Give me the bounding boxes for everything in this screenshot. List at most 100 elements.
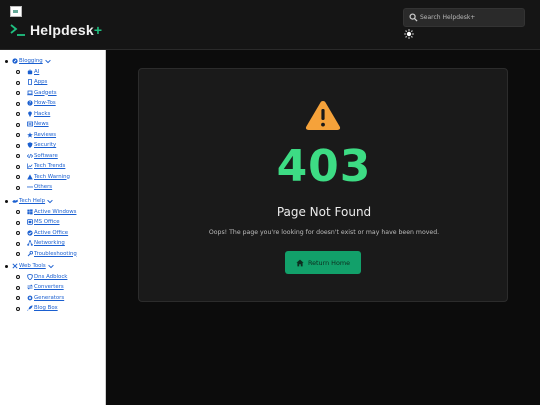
sidebar-item-tech-warning[interactable]: Tech Warning [0, 173, 105, 182]
nav-link-active-office[interactable]: Active Office [27, 230, 68, 236]
nav-label-others: Others [34, 184, 53, 190]
list-bullet [16, 275, 20, 279]
hands-helping-icon [12, 199, 18, 203]
sidebar-item-tech-trends[interactable]: Tech Trends [0, 162, 105, 171]
nav-blogging-label: Blogging [19, 58, 43, 64]
nav-link-tech-trends[interactable]: Tech Trends [27, 163, 65, 169]
site-logo-text[interactable]: Helpdesk+ [30, 22, 102, 38]
sidebar-item-howtos[interactable]: ? How-Tos [0, 99, 105, 108]
office-icon [27, 219, 33, 225]
nav-link-dns-adblock[interactable]: Dns Adblock [27, 273, 68, 280]
nav-label-software: Software [34, 152, 58, 159]
exchange-icon [27, 284, 33, 290]
sidebar-item-active-office[interactable]: Active Office [0, 229, 105, 238]
ellipsis-icon [27, 186, 33, 188]
nav-link-howtos[interactable]: ? How-Tos [27, 100, 56, 106]
nav-label-dns-adblock: Dns Adblock [34, 273, 68, 280]
nav-label-gadgets: Gadgets [34, 89, 57, 96]
wrench-icon [27, 250, 33, 256]
list-bullet [16, 252, 20, 256]
code-icon [27, 153, 33, 158]
blog-icon [12, 58, 18, 64]
return-home-button[interactable]: Return Home [285, 251, 361, 274]
sidebar-item-dns-adblock[interactable]: Dns Adblock [0, 273, 105, 282]
sidebar-item-converters[interactable]: Converters [0, 283, 105, 292]
robot-icon [27, 68, 33, 74]
nav-label-tech-trends: Tech Trends [34, 163, 66, 169]
search-icon [409, 13, 418, 22]
error-card: 403 Page Not Found Oops! The page you're… [138, 68, 508, 302]
nav-label-active-office: Active Office [34, 229, 69, 236]
nav-link-ai[interactable]: AI [27, 69, 39, 75]
sidebar-nav: Blogging AI Apps Gadgets ? How-Tos Hacks… [0, 50, 106, 405]
sidebar-item-hacks[interactable]: Hacks [0, 110, 105, 119]
sidebar-item-software[interactable]: Software [0, 152, 105, 161]
list-bullet [16, 122, 20, 127]
sidebar-item-generators[interactable]: Generators [0, 294, 105, 303]
tools-icon [12, 263, 18, 269]
question-circle-icon: ? [27, 100, 33, 106]
list-bullet [16, 80, 20, 85]
sun-icon[interactable] [404, 29, 414, 39]
list-bullet [16, 285, 20, 290]
nav-label-generators: Generators [34, 294, 65, 301]
list-bullet [16, 70, 20, 74]
nav-link-news[interactable]: News [27, 121, 49, 127]
svg-text:?: ? [29, 101, 31, 106]
sidebar-item-troubleshooting[interactable]: Troubleshooting [0, 250, 105, 259]
sidebar-item-security[interactable]: Security [0, 141, 105, 150]
nav-link-ms-office[interactable]: MS Office [27, 219, 60, 225]
list-bullet [16, 101, 20, 106]
chevron-down-icon [44, 59, 51, 63]
terminal-logo-icon[interactable] [10, 23, 26, 37]
error-message: Oops! The page you're looking for doesn'… [208, 229, 440, 236]
nav-label-apps: Apps [34, 79, 48, 85]
logo-name: Helpdesk [30, 22, 94, 38]
logo-plus: + [93, 22, 103, 38]
search-box[interactable] [403, 8, 525, 27]
nav-link-software[interactable]: Software [27, 153, 58, 159]
sidebar-item-apps[interactable]: Apps [0, 78, 105, 87]
sidebar-item-gadgets[interactable]: Gadgets [0, 89, 105, 98]
laptop-icon [27, 90, 33, 95]
nav-blogging-link[interactable]: Blogging [12, 58, 51, 64]
sidebar-item-networking[interactable]: Networking [0, 239, 105, 248]
sidebar-item-ms-office[interactable]: MS Office [0, 218, 105, 227]
sidebar-item-reviews[interactable]: Reviews [0, 131, 105, 140]
nav-link-networking[interactable]: Networking [27, 240, 65, 246]
sidebar-item-news[interactable]: News [0, 120, 105, 129]
nav-link-generators[interactable]: Generators [27, 295, 64, 301]
nav-label-networking: Networking [34, 240, 65, 246]
search-input[interactable] [420, 9, 522, 26]
main-content: 403 Page Not Found Oops! The page you're… [106, 50, 540, 405]
sidebar-item-blog-box[interactable]: Blog Box [0, 304, 105, 313]
nav-label-security: Security [34, 142, 57, 148]
nav-link-troubleshooting[interactable]: Troubleshooting [27, 251, 77, 257]
nav-tech-help-link[interactable]: Tech Help [12, 198, 53, 204]
nav-web-tools-link[interactable]: Web Tools [12, 263, 54, 269]
nav-label-active-windows: Active Windows [34, 208, 77, 215]
shield-icon [27, 142, 33, 148]
nav-web-tools-label: Web Tools [19, 263, 46, 269]
list-bullet [16, 91, 20, 95]
list-bullet [16, 231, 20, 235]
shield-alt-icon [27, 273, 33, 280]
sidebar-item-ai[interactable]: AI [0, 68, 105, 77]
nav-link-hacks[interactable]: Hacks [27, 111, 50, 117]
nav-link-blog-box[interactable]: Blog Box [27, 305, 58, 311]
nav-link-tech-warning[interactable]: Tech Warning [27, 174, 70, 180]
sidebar-item-others[interactable]: Others [0, 183, 105, 192]
chevron-down-icon [47, 199, 53, 203]
nav-link-apps[interactable]: Apps [27, 79, 47, 85]
nav-label-tech-warning: Tech Warning [34, 173, 70, 180]
nav-link-others[interactable]: Others [27, 184, 52, 190]
nav-link-gadgets[interactable]: Gadgets [27, 90, 57, 96]
nav-link-converters[interactable]: Converters [27, 284, 64, 290]
nav-link-security[interactable]: Security [27, 142, 56, 148]
sidebar-item-active-windows[interactable]: Active Windows [0, 208, 105, 217]
nav-label-converters: Converters [34, 284, 64, 290]
nav-link-reviews[interactable]: Reviews [27, 132, 56, 138]
list-bullet [5, 60, 8, 63]
list-bullet [16, 296, 20, 300]
nav-link-active-windows[interactable]: Active Windows [27, 209, 76, 215]
